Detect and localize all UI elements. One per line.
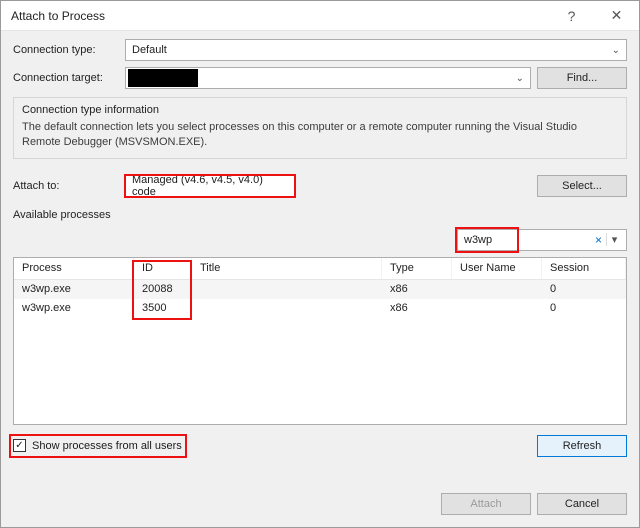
cell-id: 20088 [134,281,192,297]
col-session[interactable]: Session [542,258,626,279]
process-listview[interactable]: Process ID Title Type User Name Session … [13,257,627,425]
footer-row: ✓ Show processes from all users Refresh [13,435,627,457]
search-dropdown-icon[interactable]: ▾ [606,233,622,246]
cell-type: x86 [382,300,452,316]
connection-target-label: Connection target: [13,72,119,84]
attach-to-field: Managed (v4.6, v4.5, v4.0) code [125,175,295,197]
clear-search-icon[interactable]: × [595,233,602,247]
dialog-actions: Attach Cancel [13,487,627,515]
process-search-value: w3wp [464,234,492,246]
connection-type-info-text: The default connection lets you select p… [22,120,618,150]
cell-user [452,306,542,310]
connection-type-row: Connection type: Default ⌄ [13,39,627,61]
col-title[interactable]: Title [192,258,382,279]
titlebar: Attach to Process ? ✕ [1,1,639,31]
connection-type-info-group: Connection type information The default … [13,97,627,159]
show-all-users-checkbox[interactable]: ✓ [13,439,26,452]
dialog-content: Connection type: Default ⌄ Connection ta… [1,31,639,527]
show-all-users-label: Show processes from all users [32,440,182,452]
attach-to-row: Attach to: Managed (v4.6, v4.5, v4.0) co… [13,175,627,197]
cancel-button[interactable]: Cancel [537,493,627,515]
select-button[interactable]: Select... [537,175,627,197]
find-button[interactable]: Find... [537,67,627,89]
close-icon: ✕ [611,7,623,24]
col-user[interactable]: User Name [452,258,542,279]
cell-id: 3500 [134,300,192,316]
close-button[interactable]: ✕ [594,1,639,31]
available-processes-label: Available processes [13,209,627,221]
col-id[interactable]: ID [134,258,192,279]
table-row[interactable]: w3wp.exe 3500 x86 0 [14,299,626,318]
cell-type: x86 [382,281,452,297]
refresh-button-label: Refresh [563,440,602,452]
col-type[interactable]: Type [382,258,452,279]
connection-target-row: Connection target: ⌄ Find... [13,67,627,89]
cell-title [192,306,382,310]
connection-type-label: Connection type: [13,44,119,56]
cell-user [452,287,542,291]
refresh-button[interactable]: Refresh [537,435,627,457]
chevron-down-icon: ⌄ [612,45,620,56]
cell-title [192,287,382,291]
select-button-label: Select... [562,180,602,192]
listview-header: Process ID Title Type User Name Session [14,258,626,280]
connection-type-info-title: Connection type information [22,104,618,116]
table-row[interactable]: w3wp.exe 20088 x86 0 [14,280,626,299]
listview-body: w3wp.exe 20088 x86 0 w3wp.exe 3500 x86 0 [14,280,626,424]
process-search-input[interactable]: w3wp × ▾ [457,229,627,251]
connection-type-value: Default [132,44,167,56]
window-title: Attach to Process [11,9,105,23]
col-process[interactable]: Process [14,258,134,279]
connection-type-dropdown[interactable]: Default ⌄ [125,39,627,61]
cell-process: w3wp.exe [14,300,134,316]
process-search-row: w3wp × ▾ [13,229,627,251]
find-button-label: Find... [567,72,598,84]
attach-to-value: Managed (v4.6, v4.5, v4.0) code [132,174,288,198]
help-icon: ? [568,8,576,24]
attach-to-process-dialog: Attach to Process ? ✕ Connection type: D… [0,0,640,528]
attach-button[interactable]: Attach [441,493,531,515]
cell-session: 0 [542,300,626,316]
connection-target-dropdown[interactable]: ⌄ [125,67,531,89]
attach-button-label: Attach [470,498,501,510]
help-button[interactable]: ? [549,1,594,31]
cell-process: w3wp.exe [14,281,134,297]
attach-to-label: Attach to: [13,180,119,192]
chevron-down-icon: ⌄ [510,73,530,84]
check-icon: ✓ [15,441,23,451]
cancel-button-label: Cancel [565,498,599,510]
cell-session: 0 [542,281,626,297]
